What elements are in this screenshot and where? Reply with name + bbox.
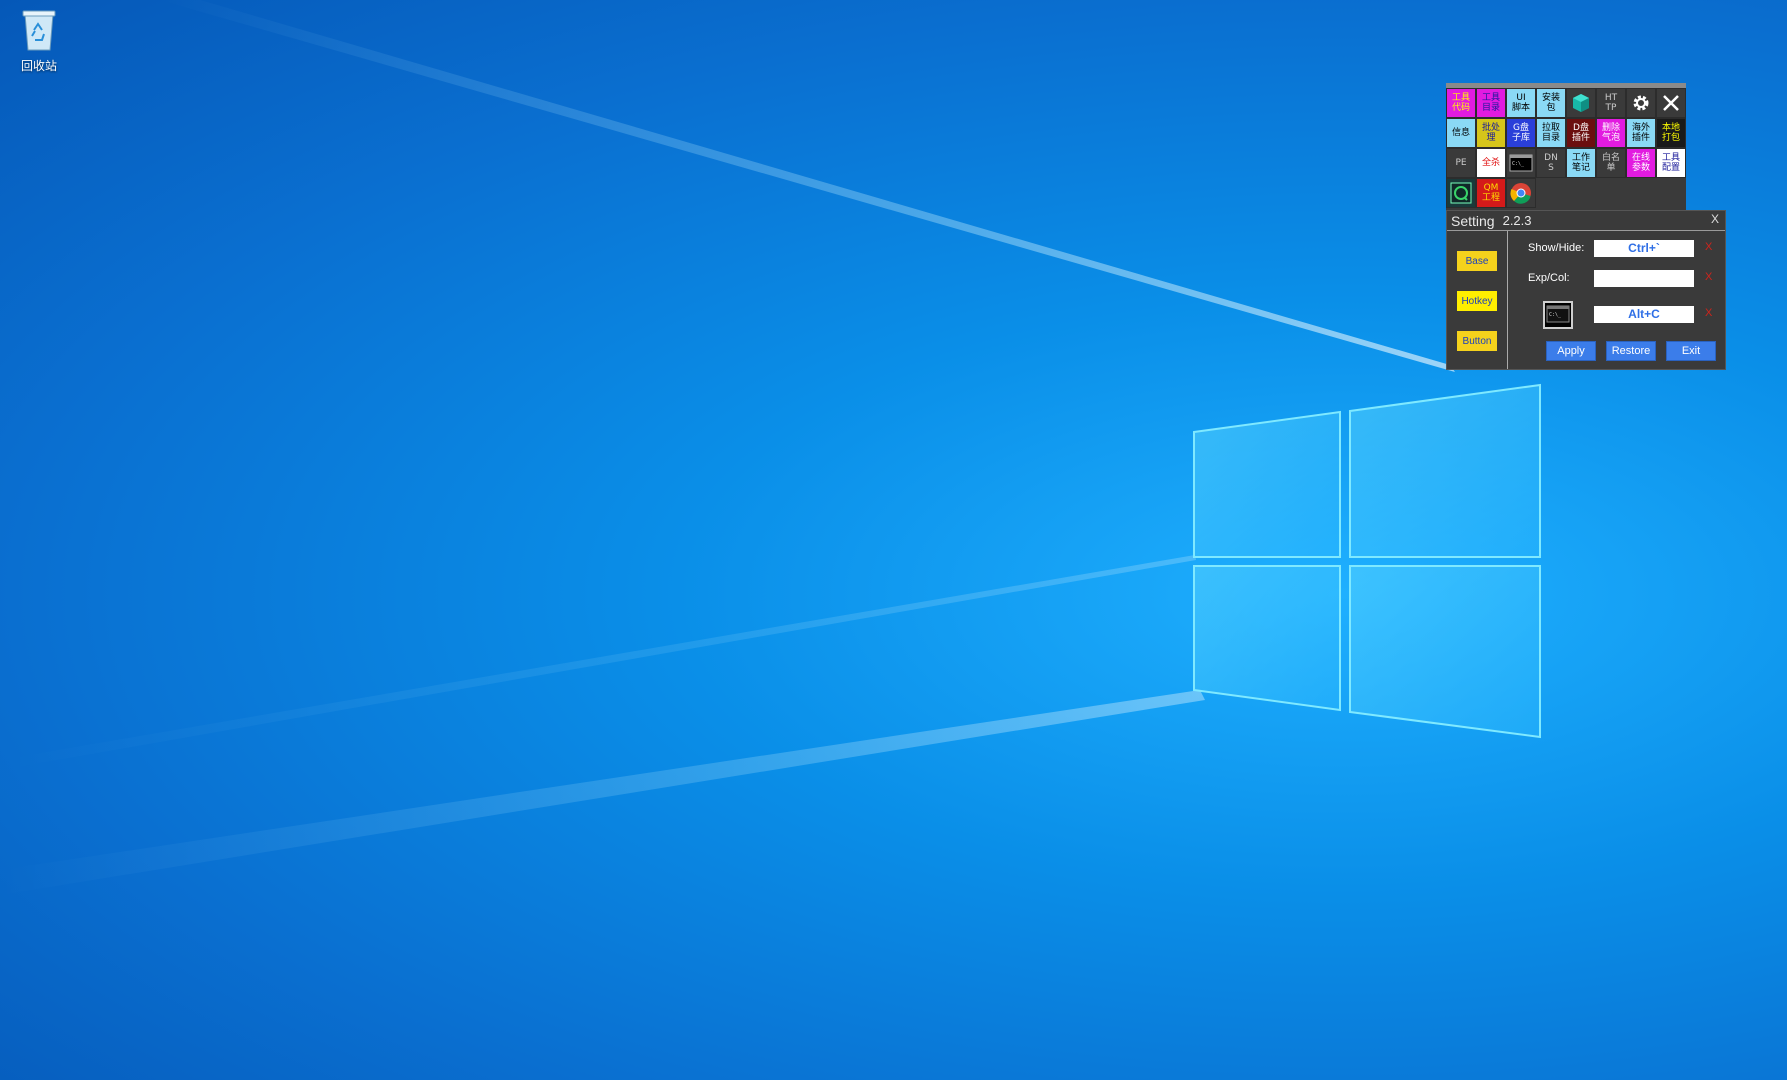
launcher-item-5[interactable]: HT TP <box>1596 88 1626 118</box>
setting-title: Setting <box>1451 212 1495 229</box>
launcher-item-label: DN S <box>1544 153 1558 173</box>
launcher-terminal-button[interactable]: C:\_ <box>1506 148 1536 178</box>
launcher-item-label: 信息 <box>1451 128 1470 138</box>
recycle-bin-label: 回收站 <box>20 59 57 73</box>
launcher-item-14[interactable]: 海外 插件 <box>1626 118 1656 148</box>
gear-icon <box>1630 92 1652 114</box>
cube-icon <box>1570 92 1592 114</box>
launcher-item-label: 工具 配置 <box>1661 153 1680 173</box>
launcher-item-13[interactable]: 删除 气泡 <box>1596 118 1626 148</box>
windows-logo <box>1193 383 1541 739</box>
launcher-item-label: HT TP <box>1604 93 1618 113</box>
launcher-item-label: 删除 气泡 <box>1601 123 1620 143</box>
apply-button[interactable]: Apply <box>1546 341 1596 361</box>
exp-col-label: Exp/Col: <box>1528 272 1570 284</box>
setting-close-button[interactable]: X <box>1711 212 1719 226</box>
chrome-icon <box>1510 182 1532 204</box>
launcher-item-19[interactable]: DN S <box>1536 148 1566 178</box>
launcher-item-3[interactable]: 安装 包 <box>1536 88 1566 118</box>
launcher-grid: 工具 代码 工具 目录 UI 脚本 安装 包 HT TP 信息 批处 理 G盘 子库 拉取 目录… <box>1446 88 1686 208</box>
setting-window: Setting 2.2.3 X Base Hotkey Button Show/… <box>1446 210 1726 370</box>
show-hide-hotkey-input[interactable]: Ctrl+` <box>1594 240 1694 257</box>
nav-button-button[interactable]: Button <box>1457 331 1497 351</box>
setting-titlebar: Setting 2.2.3 X <box>1447 211 1725 231</box>
launcher-item-8[interactable]: 信息 <box>1446 118 1476 148</box>
launcher-item-1[interactable]: 工具 目录 <box>1476 88 1506 118</box>
svg-text:C:\_: C:\_ <box>1512 161 1525 167</box>
restore-button[interactable]: Restore <box>1606 341 1656 361</box>
recycle-bin-icon <box>22 10 56 51</box>
nav-base-button[interactable]: Base <box>1457 251 1497 271</box>
launcher-item-25[interactable]: QM 工程 <box>1476 178 1506 208</box>
launcher-item-label: 安装 包 <box>1541 93 1560 113</box>
launcher-item-12[interactable]: D盘 插件 <box>1566 118 1596 148</box>
exp-col-hotkey-input[interactable] <box>1594 270 1694 287</box>
launcher-item-9[interactable]: 批处 理 <box>1476 118 1506 148</box>
launcher-item-label: 全杀 <box>1481 158 1500 168</box>
cmd-hotkey-input[interactable]: Alt+C <box>1594 306 1694 323</box>
terminal-icon: C:\_ <box>1509 154 1533 172</box>
launcher-toolbar: 工具 代码 工具 目录 UI 脚本 安装 包 HT TP 信息 批处 理 G盘 子库 拉取 目录… <box>1446 83 1686 210</box>
launcher-item-23[interactable]: 工具 配置 <box>1656 148 1686 178</box>
clear-cmd-button[interactable]: X <box>1705 307 1712 319</box>
show-hide-label: Show/Hide: <box>1528 242 1585 254</box>
launcher-item-label: 工具 目录 <box>1481 93 1500 113</box>
launcher-item-16[interactable]: PE <box>1446 148 1476 178</box>
launcher-close-button[interactable] <box>1656 88 1686 118</box>
launcher-item-label: 工作 笔记 <box>1571 153 1590 173</box>
launcher-item-label: 海外 插件 <box>1631 123 1650 143</box>
close-icon <box>1661 93 1681 113</box>
launcher-item-0[interactable]: 工具 代码 <box>1446 88 1476 118</box>
launcher-item-label: UI 脚本 <box>1511 93 1530 113</box>
refresh-app-icon <box>1450 182 1472 204</box>
version-label: 2.2.3 <box>1502 213 1532 228</box>
launcher-item-21[interactable]: 白名 单 <box>1596 148 1626 178</box>
launcher-item-15[interactable]: 本地 打包 <box>1656 118 1686 148</box>
launcher-item-label: 工具 代码 <box>1451 93 1470 113</box>
nav-hotkey-button[interactable]: Hotkey <box>1457 291 1497 311</box>
launcher-item-label: QM 工程 <box>1481 183 1500 203</box>
terminal-icon: C:\_ <box>1543 301 1573 329</box>
launcher-cube-button[interactable] <box>1566 88 1596 118</box>
launcher-item-label: 在线 参数 <box>1631 153 1650 173</box>
launcher-item-11[interactable]: 拉取 目录 <box>1536 118 1566 148</box>
clear-exp-col-button[interactable]: X <box>1705 271 1712 283</box>
launcher-item-22[interactable]: 在线 参数 <box>1626 148 1656 178</box>
launcher-item-label: D盘 插件 <box>1571 123 1590 143</box>
launcher-item-17[interactable]: 全杀 <box>1476 148 1506 178</box>
launcher-item-2[interactable]: UI 脚本 <box>1506 88 1536 118</box>
launcher-item-label: 本地 打包 <box>1661 123 1680 143</box>
exit-button[interactable]: Exit <box>1666 341 1716 361</box>
launcher-chrome-button[interactable] <box>1506 178 1536 208</box>
setting-nav: Base Hotkey Button <box>1447 231 1508 369</box>
recycle-bin-shortcut[interactable]: 回收站 <box>14 8 64 74</box>
launcher-gear-button[interactable] <box>1626 88 1656 118</box>
launcher-item-10[interactable]: G盘 子库 <box>1506 118 1536 148</box>
launcher-item-label: 拉取 目录 <box>1541 123 1560 143</box>
launcher-item-label: 批处 理 <box>1481 123 1500 143</box>
launcher-refresh-app-button[interactable] <box>1446 178 1476 208</box>
svg-text:C:\_: C:\_ <box>1549 312 1562 318</box>
launcher-item-label: 白名 单 <box>1601 153 1620 173</box>
launcher-item-20[interactable]: 工作 笔记 <box>1566 148 1596 178</box>
clear-show-hide-button[interactable]: X <box>1705 241 1712 253</box>
launcher-item-label: G盘 子库 <box>1511 123 1530 143</box>
launcher-item-label: PE <box>1455 158 1467 168</box>
